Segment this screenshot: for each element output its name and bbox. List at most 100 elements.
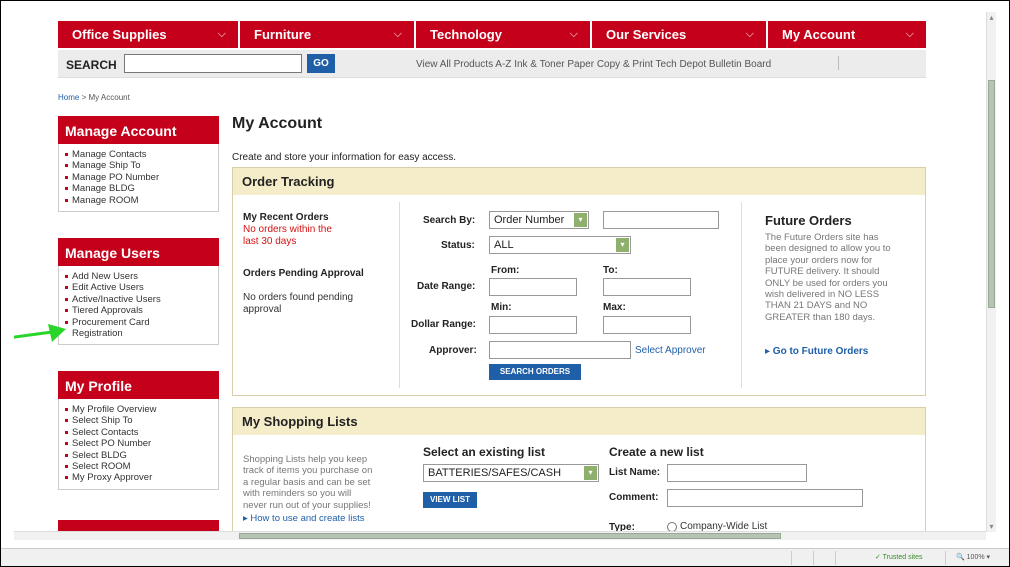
dollar-max-input[interactable] xyxy=(603,316,691,334)
sidebar-item-manage-room[interactable]: Manage ROOM xyxy=(65,195,212,206)
sidebar-item-select-bldg[interactable]: Select BLDG xyxy=(65,450,212,461)
sidebar-item-manage-po-number[interactable]: Manage PO Number xyxy=(65,172,212,183)
divider xyxy=(813,551,814,565)
select-approver-link[interactable]: Select Approver xyxy=(635,345,706,356)
sidebar-item-manage-bldg[interactable]: Manage BLDG xyxy=(65,183,212,194)
from-label: From: xyxy=(491,265,520,276)
divider xyxy=(838,56,839,70)
divider xyxy=(791,551,792,565)
page-title: My Account xyxy=(232,115,323,132)
view-list-button[interactable]: VIEW LIST xyxy=(423,492,477,508)
status-label: Status: xyxy=(441,240,475,251)
sidebar-item-select-contacts[interactable]: Select Contacts xyxy=(65,427,212,438)
scrollbar-thumb[interactable] xyxy=(988,80,995,308)
sidebar-item-add-new-users[interactable]: Add New Users xyxy=(65,271,212,282)
shopping-lists-line: track of items you purchase on xyxy=(243,465,373,477)
nav-technology[interactable]: Technology ⌵ xyxy=(416,21,592,48)
sidebar-item-procurement-card[interactable]: Procurement Card xyxy=(65,317,212,328)
breadcrumb: Home > My Account xyxy=(58,93,130,102)
intro-text: Create and store your information for ea… xyxy=(232,152,456,163)
nav-label: Our Services xyxy=(606,27,687,42)
list-name-label: List Name: xyxy=(609,467,661,478)
search-by-select[interactable]: Order Number ▾ xyxy=(489,211,589,229)
pending-orders-note: No orders found pending xyxy=(243,292,354,303)
manage-users-list: Add New Users Edit Active Users Active/I… xyxy=(58,266,219,346)
chevron-down-icon: ▾ xyxy=(584,466,597,480)
pending-orders-label: Orders Pending Approval xyxy=(243,268,364,279)
sidebar-item-my-proxy-approver[interactable]: My Proxy Approver xyxy=(65,472,212,483)
search-label: SEARCH xyxy=(66,58,117,72)
pending-orders-note: approval xyxy=(243,304,282,315)
sidebar-item-select-po-number[interactable]: Select PO Number xyxy=(65,438,212,449)
green-arrow-icon xyxy=(14,324,66,342)
shopping-lists-line: a regular basis and can be set xyxy=(243,476,371,488)
sidebar-item-active-inactive-users[interactable]: Active/Inactive Users xyxy=(65,294,212,305)
nav-furniture[interactable]: Furniture ⌵ xyxy=(240,21,416,48)
future-orders-description: The Future Orders site has been designed… xyxy=(765,232,917,323)
zoom-level[interactable]: 🔍 100% ▾ xyxy=(956,552,990,564)
nav-my-account[interactable]: My Account ⌵ xyxy=(768,21,926,48)
comment-input[interactable] xyxy=(667,489,863,507)
sidebar-item-tiered-approvals[interactable]: Tiered Approvals xyxy=(65,305,212,316)
quick-links[interactable]: View All Products A-Z Ink & Toner Paper … xyxy=(416,59,771,70)
future-orders-title: Future Orders xyxy=(765,213,852,228)
search-input[interactable] xyxy=(124,54,302,73)
my-profile-list: My Profile Overview Select Ship To Selec… xyxy=(58,399,219,490)
chevron-down-icon: ⌵ xyxy=(393,28,402,40)
search-bar: SEARCH GO View All Products A-Z Ink & To… xyxy=(58,50,926,78)
chevron-down-icon: ▾ xyxy=(616,238,629,252)
approver-input[interactable] xyxy=(489,341,631,359)
search-orders-button[interactable]: SEARCH ORDERS xyxy=(489,364,581,380)
shopping-lists-line: never run out of your supplies! xyxy=(243,499,371,511)
chevron-down-icon: ⌵ xyxy=(569,28,578,40)
sidebar-item-select-room[interactable]: Select ROOM xyxy=(65,461,212,472)
sidebar-item-my-profile-overview[interactable]: My Profile Overview xyxy=(65,404,212,415)
dollar-min-input[interactable] xyxy=(489,316,577,334)
sidebar-item-edit-active-users[interactable]: Edit Active Users xyxy=(65,282,212,293)
future-orders-line: FUTURE delivery. It should xyxy=(765,266,880,278)
date-to-input[interactable] xyxy=(603,278,691,296)
nav-office-supplies[interactable]: Office Supplies ⌵ xyxy=(58,21,240,48)
nav-our-services[interactable]: Our Services ⌵ xyxy=(592,21,768,48)
horizontal-scrollbar[interactable] xyxy=(14,531,986,540)
status-bar: ✓ Trusted sites 🔍 100% ▾ xyxy=(1,548,1009,566)
breadcrumb-current: My Account xyxy=(88,93,130,102)
shopping-lists-panel: My Shopping Lists Shopping Lists help yo… xyxy=(232,407,926,532)
future-orders-line: wish delivered in NO LESS xyxy=(765,289,880,301)
shopping-lists-description: Shopping Lists help you keep track of it… xyxy=(243,454,403,511)
list-name-input[interactable] xyxy=(667,464,807,482)
select-existing-list-title: Select an existing list xyxy=(423,445,546,459)
go-button[interactable]: GO xyxy=(307,54,335,73)
nav-label: Office Supplies xyxy=(72,27,167,42)
divider xyxy=(945,551,946,565)
date-from-input[interactable] xyxy=(489,278,577,296)
go-to-future-orders-link[interactable]: ▸ Go to Future Orders xyxy=(765,346,868,357)
divider xyxy=(741,202,742,388)
sidebar-item-registration[interactable]: Registration xyxy=(65,328,212,339)
how-to-use-lists-link[interactable]: ▸ How to use and create lists xyxy=(243,513,364,524)
manage-account-box: Manage Account Manage Contacts Manage Sh… xyxy=(58,116,219,213)
approver-label: Approver: xyxy=(429,345,477,356)
vertical-scrollbar[interactable]: ▴ ▾ xyxy=(986,12,996,532)
status-select[interactable]: ALL ▾ xyxy=(489,236,631,254)
comment-label: Comment: xyxy=(609,492,659,503)
divider xyxy=(835,551,836,565)
order-tracking-panel: Order Tracking My Recent Orders No order… xyxy=(232,167,926,396)
recent-orders-label: My Recent Orders xyxy=(243,212,329,223)
order-number-input[interactable] xyxy=(603,211,719,229)
manage-account-heading: Manage Account xyxy=(58,116,219,144)
future-orders-line: The Future Orders site has xyxy=(765,232,879,243)
shopping-lists-line: Shopping Lists help you keep xyxy=(243,454,368,465)
scrollbar-thumb[interactable] xyxy=(239,533,781,539)
sidebar-item-select-ship-to[interactable]: Select Ship To xyxy=(65,415,212,426)
scroll-down-icon[interactable]: ▾ xyxy=(988,523,995,531)
existing-list-select[interactable]: BATTERIES/SAFES/CASH ▾ xyxy=(423,464,599,482)
scroll-up-icon[interactable]: ▴ xyxy=(988,14,995,22)
divider xyxy=(399,202,400,388)
max-label: Max: xyxy=(603,302,626,313)
sidebar-item-manage-contacts[interactable]: Manage Contacts xyxy=(65,149,212,160)
nav-label: Furniture xyxy=(254,27,312,42)
sidebar-item-manage-ship-to[interactable]: Manage Ship To xyxy=(65,160,212,171)
future-orders-line: ONLY be used for orders you xyxy=(765,277,888,289)
breadcrumb-home[interactable]: Home xyxy=(58,93,79,102)
